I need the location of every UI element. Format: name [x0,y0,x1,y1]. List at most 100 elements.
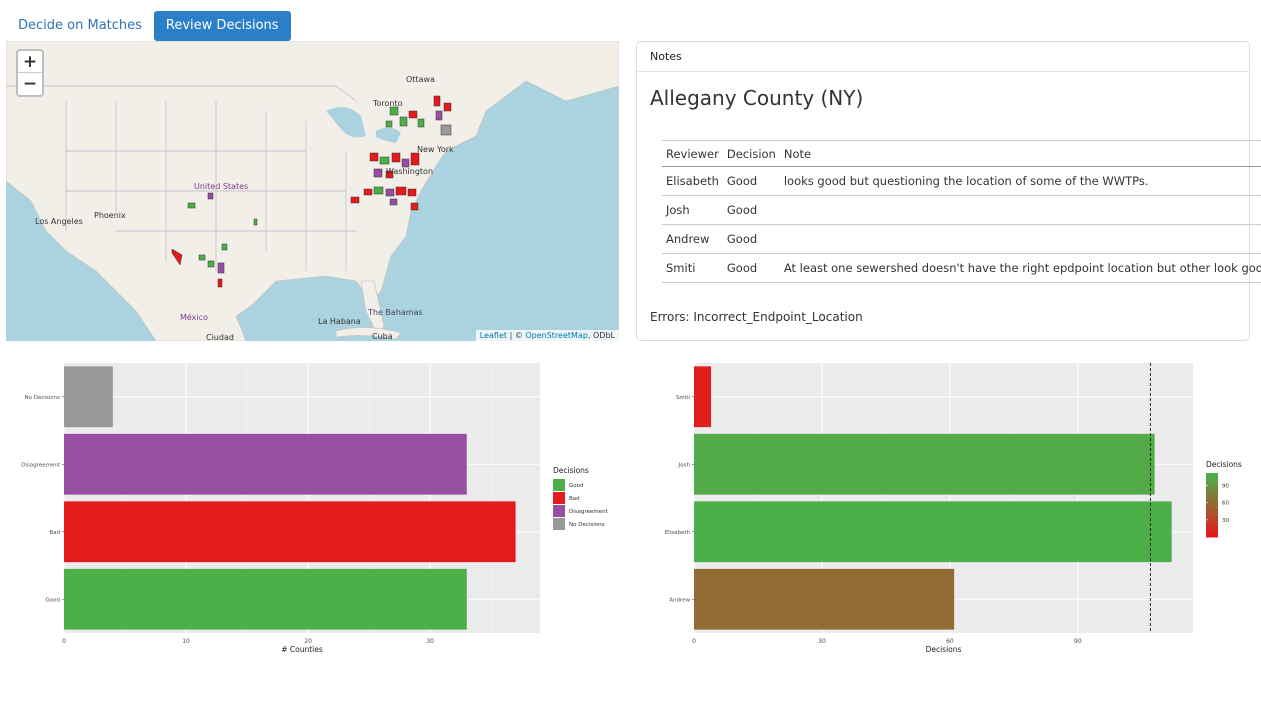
colorbar-segment [1206,505,1218,510]
bar [694,501,1172,563]
y-tick-label: Andrew [669,597,690,603]
colorbar-segment [1206,501,1218,506]
map-canvas[interactable]: Ottawa Toronto New York Washington Unite… [6,41,619,341]
legend-label: Good [569,483,583,489]
bar [694,366,712,428]
reviewer-cell: Elisabeth [662,166,723,196]
note-cell: looks good but questioning the location … [779,166,1261,196]
county-title: Allegany County (NY) [650,86,864,110]
x-axis-label: # Counties [281,645,323,654]
map-label: United States [194,182,248,191]
osm-link[interactable]: OpenStreetMap [525,331,588,340]
map-label: Toronto [372,99,403,108]
map-label: Ottawa [406,75,435,84]
zoom-control: + − [16,49,44,97]
colorbar-segment [1206,473,1218,478]
attribution-separator: | © [507,331,526,340]
note-cell [779,195,1261,225]
legend-title: Decisions [553,466,589,475]
counties-chart-svg: 0 10 20 30 Good Bad Disagreement No Decisions # … [21,363,609,654]
colorbar-segment [1206,521,1218,526]
reviewer-cell: Andrew [662,224,723,254]
x-axis-label: Decisions [926,645,962,654]
decision-cell: Good [722,224,780,254]
map-label: Phoenix [94,211,126,220]
map-label: Washington [386,167,433,176]
table-header-row: Reviewer Decision Note [662,140,1261,167]
x-tick-label: 30 [818,638,826,645]
colorbar-label: 60 [1222,501,1229,507]
tab-decide-on-matches[interactable]: Decide on Matches [6,11,154,41]
y-tick-label: Elisabeth [665,530,691,536]
legend-title: Decisions [1206,460,1242,469]
colorbar-segment [1206,509,1218,514]
note-cell [779,224,1261,254]
legend-swatch [553,505,565,517]
decision-cell: Good [722,166,780,196]
legend-swatch [553,518,565,530]
y-tick-label: Bad [49,530,60,536]
colorbar-segment [1206,493,1218,498]
x-tick-label: 90 [1074,638,1082,645]
bar [64,366,113,428]
map-label: New York [417,145,454,154]
y-tick-label: Good [46,597,60,603]
legend-label: Bad [569,496,580,502]
map-label: Los Angeles [35,217,83,226]
x-tick-label: 60 [946,638,954,645]
colorbar-segment [1206,513,1218,518]
table-row: Andrew Good [662,224,1261,254]
decision-cell: Good [722,195,780,225]
y-tick-label: Disagreement [21,462,61,468]
colorbar-segment [1206,533,1218,538]
map-attribution: Leaflet | © OpenStreetMap, ODbL [475,330,619,341]
zoom-out-button[interactable]: − [18,73,42,95]
colorbar-label: 30 [1222,518,1229,524]
map-label: Cuba [372,332,393,341]
bar [694,568,955,630]
tab-review-decisions[interactable]: Review Decisions [153,11,291,41]
colorbar-segment [1206,481,1218,486]
y-tick-label: Smiti [676,395,691,401]
map-label: The Bahamas [367,308,423,317]
legend-label: Disagreement [569,509,609,515]
bar [64,501,516,563]
reviewer-cell: Josh [662,195,723,225]
legend-label: No Decisions [569,522,605,528]
counties-bar-chart: 0 10 20 30 Good Bad Disagreement No Decisions # … [0,355,620,669]
decision-cell: Good [722,253,780,283]
colorbar-segment [1206,489,1218,494]
x-tick-label: 0 [62,638,66,645]
notes-card: Notes Allegany County (NY) Reviewer Deci… [636,41,1261,341]
county-map[interactable]: Ottawa Toronto New York Washington Unite… [6,41,619,341]
colorbar-segment [1206,529,1218,534]
reviewer-cell: Smiti [662,253,723,283]
colorbar-segment [1206,477,1218,482]
column-header-note: Note [779,140,1261,167]
table-row: Elisabeth Good looks good but questionin… [662,166,1261,196]
legend-swatch [553,479,565,491]
colorbar-segment [1206,525,1218,530]
legend-swatch [553,492,565,504]
bar [64,433,467,495]
column-header-decision: Decision [722,140,780,167]
y-tick-label: No Decisions [24,395,60,401]
tab-bar: Decide on Matches Review Decisions [6,11,291,41]
x-tick-label: 30 [426,638,434,645]
bar [694,433,1155,495]
leaflet-link[interactable]: Leaflet [480,331,507,340]
colorbar-segment [1206,497,1218,502]
reviewer-chart-svg: 0 30 60 90 Andrew Elisabeth Josh Smiti Decisions… [665,363,1242,654]
zoom-in-button[interactable]: + [18,51,42,73]
map-label: La Habana [318,317,361,326]
colorbar-segment [1206,517,1218,522]
map-label: Ciudad [206,333,234,341]
column-header-reviewer: Reviewer [662,140,723,167]
x-tick-label: 10 [182,638,190,645]
notes-header: Notes [637,42,1249,72]
x-tick-label: 0 [692,638,696,645]
attribution-license: , ODbL [587,331,615,340]
colorbar-label: 90 [1222,484,1229,490]
note-cell: At least one sewershed doesn't have the … [779,253,1261,283]
table-row: Josh Good [662,195,1261,225]
